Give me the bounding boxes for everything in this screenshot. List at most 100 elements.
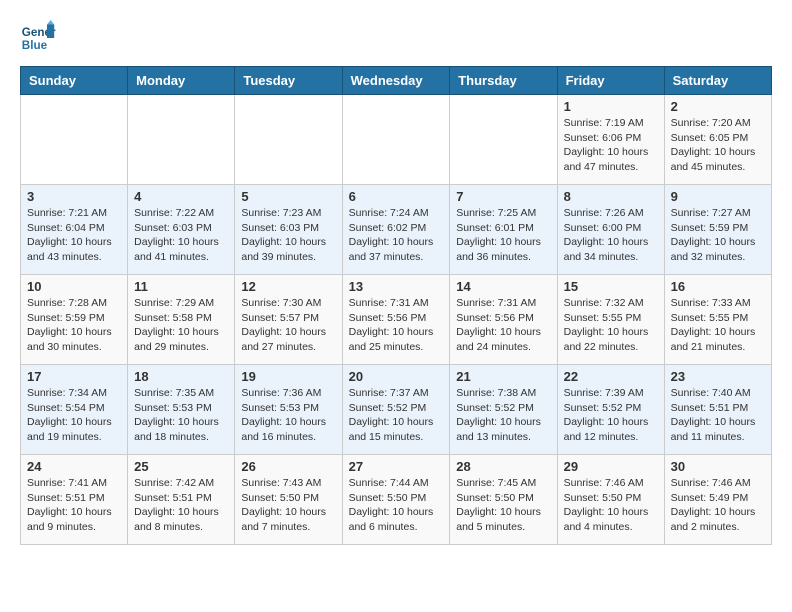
calendar-day-cell: 21 Sunrise: 7:38 AM Sunset: 5:52 PM Dayli… [450,365,557,455]
weekday-header-friday: Friday [557,67,664,95]
day-info: Sunrise: 7:31 AM Sunset: 5:56 PM Dayligh… [456,296,550,355]
calendar-table: SundayMondayTuesdayWednesdayThursdayFrid… [20,66,772,545]
calendar-week-row: 3 Sunrise: 7:21 AM Sunset: 6:04 PM Daylig… [21,185,772,275]
day-info: Sunrise: 7:44 AM Sunset: 5:50 PM Dayligh… [349,476,444,535]
calendar-day-cell: 22Sunrise: 7:39 AM Sunset: 5:52 PM Dayli… [557,365,664,455]
day-number: 24 [27,459,121,474]
calendar-day-cell: 12 Sunrise: 7:30 AM Sunset: 5:57 PM Dayli… [235,275,342,365]
day-number: 8 [564,189,658,204]
logo: General Blue [20,20,60,56]
day-number: 13 [349,279,444,294]
calendar-day-cell: 2 Sunrise: 7:20 AM Sunset: 6:05 PM Daylig… [664,95,771,185]
day-info: Sunrise: 7:40 AM Sunset: 5:51 PM Dayligh… [671,386,765,445]
calendar-week-row: 17 Sunrise: 7:34 AM Sunset: 5:54 PM Dayli… [21,365,772,455]
day-number: 16 [671,279,765,294]
day-info: Sunrise: 7:19 AM Sunset: 6:06 PM Dayligh… [564,116,658,175]
day-info: Sunrise: 7:31 AM Sunset: 5:56 PM Dayligh… [349,296,444,355]
calendar-day-cell: 27Sunrise: 7:44 AM Sunset: 5:50 PM Dayli… [342,455,450,545]
day-number: 4 [134,189,228,204]
day-number: 6 [349,189,444,204]
calendar-day-cell: 23 Sunrise: 7:40 AM Sunset: 5:51 PM Dayli… [664,365,771,455]
day-number: 28 [456,459,550,474]
calendar-day-cell: 9 Sunrise: 7:27 AM Sunset: 5:59 PM Daylig… [664,185,771,275]
calendar-day-cell: 11Sunrise: 7:29 AM Sunset: 5:58 PM Dayli… [128,275,235,365]
day-number: 19 [241,369,335,384]
day-number: 17 [27,369,121,384]
calendar-day-cell: 10 Sunrise: 7:28 AM Sunset: 5:59 PM Dayli… [21,275,128,365]
calendar-day-cell: 29 Sunrise: 7:46 AM Sunset: 5:50 PM Dayli… [557,455,664,545]
calendar-day-cell [342,95,450,185]
day-info: Sunrise: 7:37 AM Sunset: 5:52 PM Dayligh… [349,386,444,445]
calendar-day-cell: 30 Sunrise: 7:46 AM Sunset: 5:49 PM Dayli… [664,455,771,545]
day-number: 10 [27,279,121,294]
calendar-day-cell: 15 Sunrise: 7:32 AM Sunset: 5:55 PM Dayli… [557,275,664,365]
day-number: 22 [564,369,658,384]
day-info: Sunrise: 7:25 AM Sunset: 6:01 PM Dayligh… [456,206,550,265]
calendar-header-row: SundayMondayTuesdayWednesdayThursdayFrid… [21,67,772,95]
weekday-header-tuesday: Tuesday [235,67,342,95]
day-info: Sunrise: 7:46 AM Sunset: 5:50 PM Dayligh… [564,476,658,535]
day-info: Sunrise: 7:20 AM Sunset: 6:05 PM Dayligh… [671,116,765,175]
day-number: 11 [134,279,228,294]
day-info: Sunrise: 7:34 AM Sunset: 5:54 PM Dayligh… [27,386,121,445]
calendar-week-row: 10 Sunrise: 7:28 AM Sunset: 5:59 PM Dayli… [21,275,772,365]
day-info: Sunrise: 7:28 AM Sunset: 5:59 PM Dayligh… [27,296,121,355]
day-number: 29 [564,459,658,474]
day-info: Sunrise: 7:36 AM Sunset: 5:53 PM Dayligh… [241,386,335,445]
calendar-day-cell: 16 Sunrise: 7:33 AM Sunset: 5:55 PM Dayli… [664,275,771,365]
calendar-day-cell: 8 Sunrise: 7:26 AM Sunset: 6:00 PM Daylig… [557,185,664,275]
day-info: Sunrise: 7:24 AM Sunset: 6:02 PM Dayligh… [349,206,444,265]
calendar-day-cell: 25Sunrise: 7:42 AM Sunset: 5:51 PM Dayli… [128,455,235,545]
day-info: Sunrise: 7:26 AM Sunset: 6:00 PM Dayligh… [564,206,658,265]
day-info: Sunrise: 7:23 AM Sunset: 6:03 PM Dayligh… [241,206,335,265]
calendar-week-row: 1 Sunrise: 7:19 AM Sunset: 6:06 PM Daylig… [21,95,772,185]
weekday-header-monday: Monday [128,67,235,95]
day-info: Sunrise: 7:27 AM Sunset: 5:59 PM Dayligh… [671,206,765,265]
day-number: 20 [349,369,444,384]
calendar-day-cell: 24 Sunrise: 7:41 AM Sunset: 5:51 PM Dayli… [21,455,128,545]
day-number: 12 [241,279,335,294]
calendar-day-cell: 19 Sunrise: 7:36 AM Sunset: 5:53 PM Dayli… [235,365,342,455]
calendar-day-cell: 6 Sunrise: 7:24 AM Sunset: 6:02 PM Daylig… [342,185,450,275]
day-number: 15 [564,279,658,294]
day-info: Sunrise: 7:22 AM Sunset: 6:03 PM Dayligh… [134,206,228,265]
day-info: Sunrise: 7:21 AM Sunset: 6:04 PM Dayligh… [27,206,121,265]
day-number: 9 [671,189,765,204]
logo-icon: General Blue [20,20,56,56]
page-header: General Blue [20,20,772,56]
day-number: 3 [27,189,121,204]
calendar-day-cell [450,95,557,185]
day-info: Sunrise: 7:45 AM Sunset: 5:50 PM Dayligh… [456,476,550,535]
day-info: Sunrise: 7:33 AM Sunset: 5:55 PM Dayligh… [671,296,765,355]
day-number: 23 [671,369,765,384]
weekday-header-thursday: Thursday [450,67,557,95]
day-info: Sunrise: 7:38 AM Sunset: 5:52 PM Dayligh… [456,386,550,445]
calendar-week-row: 24 Sunrise: 7:41 AM Sunset: 5:51 PM Dayli… [21,455,772,545]
day-info: Sunrise: 7:30 AM Sunset: 5:57 PM Dayligh… [241,296,335,355]
day-info: Sunrise: 7:41 AM Sunset: 5:51 PM Dayligh… [27,476,121,535]
calendar-day-cell: 5Sunrise: 7:23 AM Sunset: 6:03 PM Daylig… [235,185,342,275]
day-number: 26 [241,459,335,474]
weekday-header-wednesday: Wednesday [342,67,450,95]
day-number: 30 [671,459,765,474]
calendar-day-cell [235,95,342,185]
day-number: 14 [456,279,550,294]
calendar-day-cell: 28 Sunrise: 7:45 AM Sunset: 5:50 PM Dayli… [450,455,557,545]
day-info: Sunrise: 7:32 AM Sunset: 5:55 PM Dayligh… [564,296,658,355]
weekday-header-saturday: Saturday [664,67,771,95]
svg-text:Blue: Blue [22,39,48,52]
calendar-day-cell [128,95,235,185]
calendar-day-cell: 3 Sunrise: 7:21 AM Sunset: 6:04 PM Daylig… [21,185,128,275]
calendar-day-cell: 14 Sunrise: 7:31 AM Sunset: 5:56 PM Dayli… [450,275,557,365]
calendar-day-cell: 20 Sunrise: 7:37 AM Sunset: 5:52 PM Dayli… [342,365,450,455]
day-number: 2 [671,99,765,114]
calendar-day-cell: 7 Sunrise: 7:25 AM Sunset: 6:01 PM Daylig… [450,185,557,275]
calendar-day-cell [21,95,128,185]
day-number: 1 [564,99,658,114]
day-info: Sunrise: 7:43 AM Sunset: 5:50 PM Dayligh… [241,476,335,535]
day-info: Sunrise: 7:46 AM Sunset: 5:49 PM Dayligh… [671,476,765,535]
day-number: 25 [134,459,228,474]
calendar-day-cell: 18Sunrise: 7:35 AM Sunset: 5:53 PM Dayli… [128,365,235,455]
day-number: 21 [456,369,550,384]
day-number: 7 [456,189,550,204]
